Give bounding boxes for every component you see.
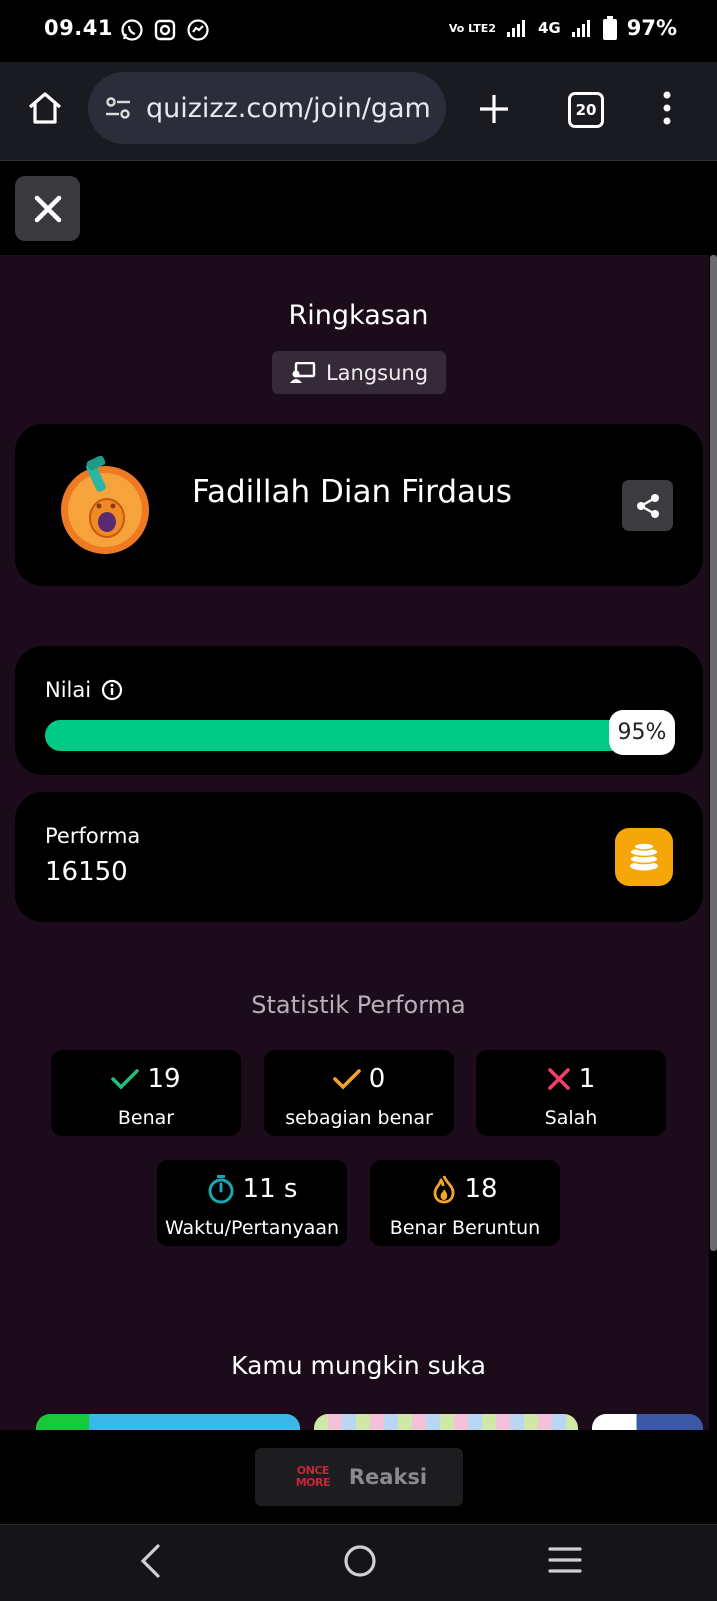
player-card: Fadillah Dian Firdaus [15, 424, 703, 586]
status-time: 09.41 [44, 16, 113, 40]
stat-partial-value: 0 [368, 1064, 386, 1094]
score-progress-fill [45, 720, 634, 751]
stat-time-label: Waktu/Pertanyaan [164, 1217, 340, 1239]
address-bar[interactable]: quizizz.com/join/gam [88, 72, 446, 144]
tab-switcher-button[interactable]: 20 [568, 92, 604, 128]
mode-badge: Langsung [272, 351, 446, 394]
score-percent: 95% [609, 710, 675, 755]
coins-button[interactable] [615, 828, 673, 886]
more-menu-icon[interactable] [660, 90, 674, 126]
recommend-card-1[interactable] [36, 1414, 300, 1430]
score-label: Nilai [45, 678, 92, 702]
battery-icon [602, 16, 617, 40]
stat-partial: 0 sebagian benar [264, 1050, 454, 1136]
avatar [61, 456, 149, 554]
player-name: Fadillah Dian Firdaus [192, 474, 512, 510]
stat-partial-label: sebagian benar [285, 1107, 433, 1129]
score-progress-track [45, 720, 665, 751]
recommend-title: Kamu mungkin suka [231, 1351, 486, 1380]
browser-toolbar: quizizz.com/join/gam 20 [0, 62, 717, 161]
stat-time-value: 11 s [242, 1174, 298, 1204]
stat-streak: 18 Benar Beruntun [370, 1160, 560, 1246]
close-icon [34, 195, 61, 222]
live-class-icon [289, 361, 316, 383]
system-nav-bar [0, 1524, 717, 1601]
stat-correct-label: Benar [117, 1107, 175, 1129]
recommend-card-2[interactable] [314, 1414, 578, 1430]
timer-icon [208, 1175, 234, 1204]
reaction-label: Reaksi [348, 1465, 428, 1489]
performance-label: Performa [45, 824, 141, 848]
mode-label: Langsung [325, 360, 429, 385]
stat-wrong: 1 Salah [476, 1050, 666, 1136]
stat-time-per-question: 11 s Waktu/Pertanyaan [157, 1160, 347, 1246]
battery-level: 97% [626, 16, 677, 40]
stat-streak-label: Benar Beruntun [389, 1217, 541, 1239]
instagram-icon [154, 19, 176, 41]
partial-check-icon [332, 1069, 361, 1090]
stat-streak-value: 18 [464, 1174, 498, 1204]
recommend-card-3[interactable] [592, 1414, 703, 1430]
volte-indicator: Vo LTE2 [448, 21, 496, 35]
signal-2-icon [571, 20, 590, 37]
messenger-icon [187, 19, 209, 41]
back-icon[interactable] [138, 1543, 164, 1579]
stats-title: Statistik Performa [251, 991, 466, 1019]
performance-value: 16150 [45, 857, 128, 887]
page-title: Ringkasan [288, 300, 429, 331]
score-card: Nilai 95% [15, 646, 703, 775]
status-right: Vo LTE2 4G 97% [449, 16, 677, 40]
new-tab-icon[interactable] [477, 92, 511, 126]
recent-apps-icon[interactable] [547, 1545, 583, 1575]
site-settings-icon[interactable] [104, 94, 132, 122]
info-icon[interactable] [101, 679, 123, 701]
stat-correct: 19 Benar [51, 1050, 241, 1136]
share-button[interactable] [622, 480, 673, 531]
once-more-logo: ONCE MORE [295, 1464, 331, 1489]
whatsapp-icon [121, 19, 143, 41]
cross-icon [547, 1068, 570, 1090]
coins-icon [629, 842, 659, 871]
network-type: 4G [537, 19, 561, 37]
status-bar: 09.41 Vo LTE2 4G 97% [0, 0, 717, 62]
flame-icon [434, 1175, 455, 1204]
stat-correct-value: 19 [147, 1064, 181, 1094]
home-nav-icon[interactable] [342, 1543, 378, 1579]
score-label-row: Nilai [45, 678, 123, 702]
url-text[interactable]: quizizz.com/join/gam [146, 93, 436, 124]
quiz-header [0, 161, 717, 255]
stat-wrong-value: 1 [578, 1064, 596, 1094]
check-icon [111, 1069, 140, 1090]
performance-card: Performa 16150 [15, 792, 703, 922]
stat-wrong-label: Salah [544, 1107, 598, 1129]
home-icon[interactable] [25, 88, 65, 128]
signal-icon [506, 20, 525, 37]
reaction-button[interactable]: ONCE MORE Reaksi [255, 1448, 463, 1506]
scrollbar[interactable] [710, 255, 717, 1251]
share-icon [636, 493, 659, 518]
close-button[interactable] [15, 176, 80, 241]
